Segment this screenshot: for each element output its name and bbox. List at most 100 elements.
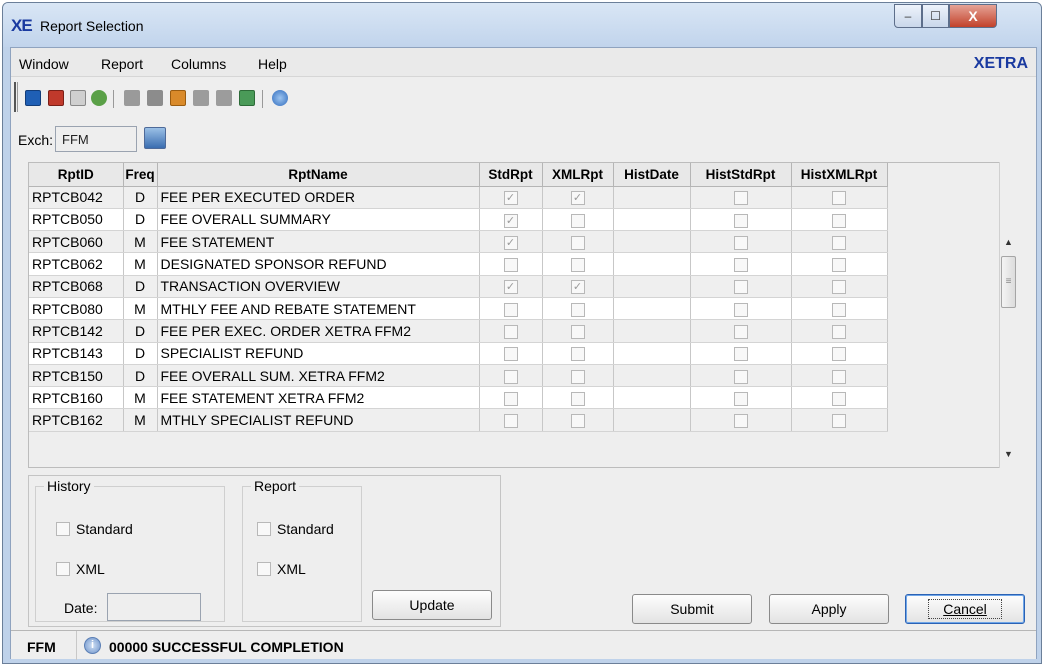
column-header-xmlrpt[interactable]: XMLRpt [542,163,614,187]
column-header-histstdrpt[interactable]: HistStdRpt [690,163,792,187]
save-icon[interactable] [25,90,41,106]
column-header-stdrpt[interactable]: StdRpt [479,163,543,187]
column-header-rptid[interactable]: RptID [29,163,124,187]
title-bar[interactable]: XE Report Selection – ☐ X [3,3,1041,47]
cell-stdrpt-checkbox[interactable]: ✓ [503,191,518,206]
cell-stdrpt-checkbox[interactable] [503,347,518,362]
cell-xmlrpt-checkbox[interactable] [570,302,585,317]
cell-histxmlrpt-checkbox[interactable] [832,369,846,384]
cell-histxmlrpt-checkbox[interactable] [832,325,846,340]
table-row[interactable]: RPTCB042 D FEE PER EXECUTED ORDER ✓ ✓ [29,186,888,209]
table-row[interactable]: RPTCB143 D SPECIALIST REFUND [29,342,888,365]
table-row[interactable]: RPTCB162 M MTHLY SPECIALIST REFUND [29,408,888,432]
cell-stdrpt-checkbox[interactable] [503,325,518,340]
maximize-button[interactable]: ☐ [922,4,949,28]
cell-stdrpt-checkbox[interactable] [503,414,518,429]
grid-icon-1[interactable] [124,90,140,106]
table-row[interactable]: RPTCB160 M FEE STATEMENT XETRA FFM2 [29,386,888,410]
table-row[interactable]: RPTCB142 D FEE PER EXEC. ORDER XETRA FFM2 [29,319,888,343]
print-icon[interactable] [70,90,86,106]
table-row[interactable]: RPTCB150 D FEE OVERALL SUM. XETRA FFM2 [29,364,888,388]
cell-histstdrpt-checkbox[interactable] [733,302,748,317]
cell-stdrpt-checkbox[interactable] [503,391,518,406]
cell-stdrpt-checkbox[interactable] [503,369,518,384]
grid-icon-3[interactable] [193,90,209,106]
cell-histxmlrpt-checkbox[interactable] [832,347,846,362]
cell-xmlrpt-checkbox[interactable] [570,325,585,340]
report-xml-option[interactable]: XML [257,561,306,577]
close-button[interactable]: X [949,4,997,28]
cell-histxmlrpt-checkbox[interactable] [832,414,846,429]
column-icon[interactable] [170,90,186,106]
column-header-histdate[interactable]: HistDate [613,163,691,187]
cell-histstdrpt-checkbox[interactable] [733,369,748,384]
menu-window[interactable]: Window [19,56,69,72]
cell-xmlrpt-checkbox[interactable] [570,235,585,250]
cell-stdrpt-checkbox[interactable] [503,302,518,317]
cell-stdrpt-checkbox[interactable]: ✓ [503,213,518,228]
column-header-histxmlrpt[interactable]: HistXMLRpt [791,163,888,187]
cell-histstdrpt-checkbox[interactable] [733,191,748,206]
cell-stdrpt-checkbox[interactable] [503,258,518,273]
delete-icon[interactable] [48,90,64,106]
history-standard-checkbox[interactable] [56,522,70,536]
export-icon[interactable] [91,90,107,106]
cell-histxmlrpt-checkbox[interactable] [832,235,846,250]
exchange-field[interactable]: FFM [55,126,137,152]
cell-xmlrpt-checkbox[interactable] [570,213,585,228]
cell-histxmlrpt-checkbox[interactable] [832,391,846,406]
menu-help[interactable]: Help [258,56,287,72]
report-standard-checkbox[interactable] [257,522,271,536]
cell-histstdrpt-checkbox[interactable] [733,280,748,295]
menu-columns[interactable]: Columns [171,56,226,72]
cell-xmlrpt-checkbox[interactable]: ✓ [570,191,585,206]
report-standard-option[interactable]: Standard [257,521,334,537]
submit-button[interactable]: Submit [632,594,752,624]
table-row[interactable]: RPTCB080 M MTHLY FEE AND REBATE STATEMENT [29,297,888,321]
cell-xmlrpt-checkbox[interactable] [570,369,585,384]
history-xml-checkbox[interactable] [56,562,70,576]
report-xml-checkbox[interactable] [257,562,271,576]
toolbar-grip[interactable] [14,82,18,112]
help-icon[interactable] [272,90,288,106]
table-row[interactable]: RPTCB050 D FEE OVERALL SUMMARY ✓ [29,208,888,232]
cell-histstdrpt-checkbox[interactable] [733,235,748,250]
history-standard-option[interactable]: Standard [56,521,133,537]
cell-histstdrpt-checkbox[interactable] [733,325,748,340]
cell-xmlrpt-checkbox[interactable] [570,391,585,406]
column-header-rptname[interactable]: RptName [157,163,480,187]
cell-histstdrpt-checkbox[interactable] [733,391,748,406]
cell-xmlrpt-checkbox[interactable]: ✓ [570,280,585,295]
cell-histstdrpt-checkbox[interactable] [733,258,748,273]
cell-stdrpt-checkbox[interactable]: ✓ [503,235,518,250]
cell-xmlrpt-checkbox[interactable] [570,414,585,429]
grid-icon-4[interactable] [216,90,232,106]
cell-histstdrpt-checkbox[interactable] [733,347,748,362]
history-xml-option[interactable]: XML [56,561,105,577]
scroll-down-arrow-icon[interactable]: ▼ [1000,446,1017,463]
cell-stdrpt-checkbox[interactable]: ✓ [503,280,518,295]
history-date-field[interactable] [107,593,201,621]
cell-histstdrpt-checkbox[interactable] [733,213,748,228]
apply-button[interactable]: Apply [769,594,889,624]
exchange-lookup-button[interactable] [144,127,166,149]
minimize-button[interactable]: – [894,4,922,28]
table-row[interactable]: RPTCB060 M FEE STATEMENT ✓ [29,230,888,254]
column-header-freq[interactable]: Freq [123,163,158,187]
scroll-up-arrow-icon[interactable]: ▲ [1000,234,1017,251]
menu-report[interactable]: Report [101,56,143,72]
cancel-button[interactable]: Cancel [905,594,1025,624]
cell-histxmlrpt-checkbox[interactable] [832,191,846,206]
table-row[interactable]: RPTCB062 M DESIGNATED SPONSOR REFUND [29,252,888,276]
scroll-thumb[interactable]: ≡ [1001,256,1016,308]
image-icon[interactable] [239,90,255,106]
table-row[interactable]: RPTCB068 D TRANSACTION OVERVIEW ✓ ✓ [29,275,888,298]
cell-histxmlrpt-checkbox[interactable] [832,258,846,273]
cell-xmlrpt-checkbox[interactable] [570,258,585,273]
grid-icon-2[interactable] [147,90,163,106]
table-scrollbar[interactable]: ▲ ≡ ▼ [999,162,1016,468]
cell-histxmlrpt-checkbox[interactable] [832,302,846,317]
update-button[interactable]: Update [372,590,492,620]
cell-histstdrpt-checkbox[interactable] [733,414,748,429]
cell-histxmlrpt-checkbox[interactable] [832,280,846,295]
